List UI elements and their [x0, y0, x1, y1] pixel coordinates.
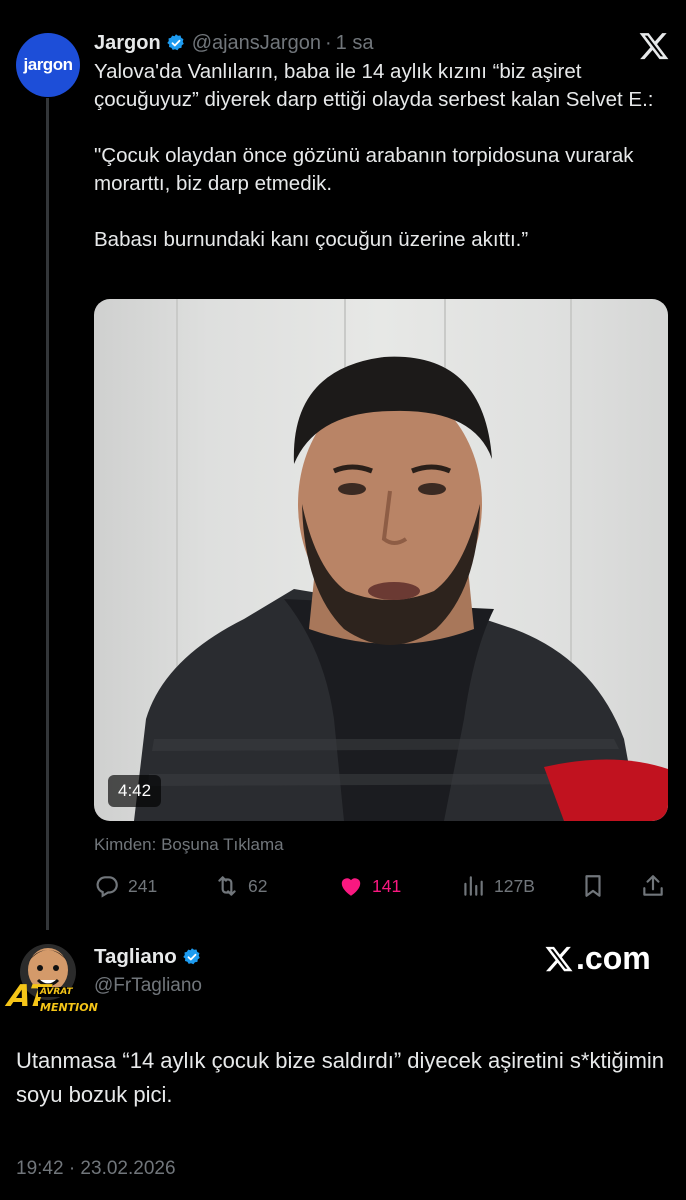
bookmark-button[interactable]	[580, 868, 606, 904]
verified-badge-icon	[183, 948, 200, 965]
reply-author: Tagliano	[94, 945, 202, 969]
reply-author-name[interactable]: Tagliano	[94, 945, 177, 969]
reply-icon	[96, 876, 118, 898]
verified-badge-icon	[166, 34, 184, 51]
tweet-text: Yalova'da Vanlıların, baba ile 14 aylık …	[94, 60, 654, 251]
reply-count: 241	[128, 875, 158, 896]
video-player[interactable]: 4:42	[94, 299, 668, 821]
bookmark-icon	[585, 875, 601, 897]
x-com-text: .com	[576, 940, 651, 976]
thread-connector-line	[46, 98, 49, 930]
author-handle[interactable]: @ajansJargon	[192, 32, 321, 55]
source-attribution[interactable]: Kimden: Boşuna Tıklama	[94, 835, 284, 855]
views-button[interactable]: 127B	[460, 868, 535, 904]
reply-text: Utanmasa “14 aylık çocuk bize saldırdı” …	[16, 1048, 665, 1107]
author-name[interactable]: Jargon	[94, 32, 161, 55]
video-frame-person	[134, 356, 668, 821]
repost-icon	[218, 876, 236, 896]
reply-author-handle[interactable]: @FrTagliano	[94, 975, 202, 997]
video-duration-badge: 4:42	[108, 775, 162, 807]
avatar-badge-bottom: MENTION	[38, 1001, 100, 1014]
post-time[interactable]: 1 sa	[336, 32, 374, 55]
avatar[interactable]: jargon	[16, 33, 80, 97]
view-count: 127B	[494, 875, 535, 896]
reply-button[interactable]: 241	[94, 868, 157, 904]
x-logo-icon	[545, 946, 573, 971]
share-button[interactable]	[640, 868, 666, 904]
views-chart-icon	[464, 876, 483, 896]
repost-count: 62	[248, 875, 268, 896]
tweet-header: Jargon @ajansJargon · 1 sa	[94, 28, 373, 58]
separator-dot: ·	[324, 31, 332, 54]
avatar-badge-top: AVRAT	[38, 987, 75, 997]
tweet-action-bar: 241 62 141 127B	[94, 868, 674, 904]
like-button[interactable]: 141	[338, 868, 401, 904]
reply-avatar[interactable]: AT AVRAT MENTION	[6, 938, 100, 1022]
like-count: 141	[372, 875, 402, 896]
avatar-logo-text: jargon	[23, 55, 73, 74]
x-com-watermark: .com	[544, 940, 651, 977]
heart-filled-icon	[341, 878, 361, 896]
reply-timestamp[interactable]: 19:42 · 23.02.2026	[16, 1158, 176, 1180]
share-icon	[643, 875, 663, 896]
repost-button[interactable]: 62	[214, 868, 267, 904]
